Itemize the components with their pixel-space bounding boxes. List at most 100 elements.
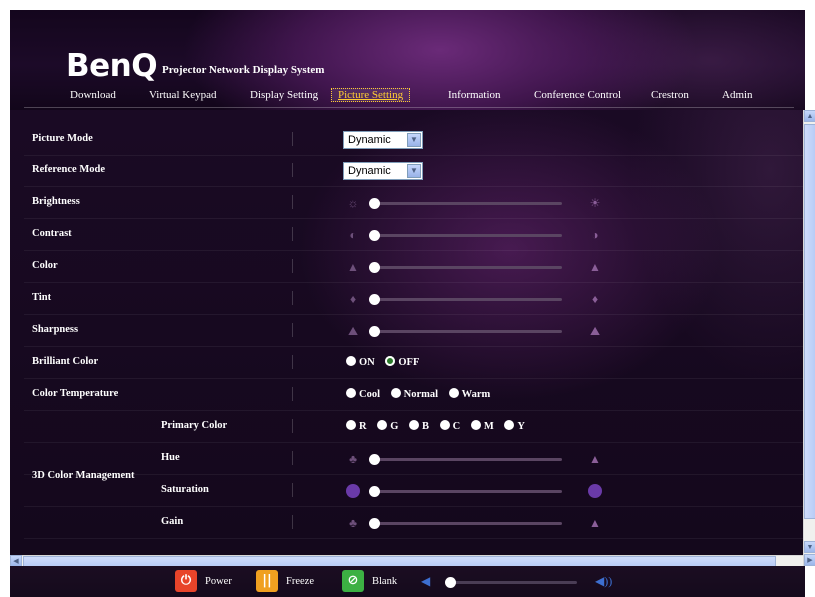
freeze-label: Freeze [286, 575, 314, 587]
gain-slider[interactable]: ♣ ▲ [346, 515, 602, 531]
radio-circle[interactable] [377, 420, 388, 430]
brilliant-color-off-radio[interactable]: OFF [385, 356, 419, 368]
slider-knob[interactable] [368, 230, 380, 241]
color-temp-cool-radio[interactable]: Cool [346, 388, 380, 400]
vertical-scrollbar[interactable]: ▲ ▼ ▶ [803, 110, 815, 566]
nav-divider [24, 107, 794, 108]
nav-conference-control[interactable]: Conference Control [534, 89, 621, 101]
row-color: Color ▲ ▲ [10, 251, 803, 283]
horizontal-scrollbar[interactable]: ◀ [10, 555, 803, 567]
power-icon: ⏻ [175, 570, 197, 592]
slider-knob[interactable] [368, 198, 380, 209]
contrast-slider[interactable]: ◐ ◑ [346, 227, 602, 243]
header: BenQ Projector Network Display System Do… [10, 10, 805, 110]
reference-mode-value: Dynamic [348, 165, 391, 177]
primary-y-radio[interactable]: Y [504, 420, 525, 432]
slider-knob[interactable] [368, 294, 380, 305]
column-divider [292, 132, 293, 146]
slider-track[interactable] [368, 486, 562, 497]
nav-crestron[interactable]: Crestron [651, 89, 689, 101]
slider-track[interactable] [368, 518, 562, 529]
primary-g-radio[interactable]: G [377, 420, 398, 432]
blank-button[interactable]: ⊘ Blank [342, 570, 397, 592]
volume-low-icon[interactable]: ◀ [421, 574, 430, 589]
column-divider [292, 291, 293, 305]
radio-circle[interactable] [409, 420, 420, 430]
nav-download[interactable]: Download [70, 89, 116, 101]
contrast-low-icon: ◐ [349, 228, 357, 242]
nav-display-setting[interactable]: Display Setting [250, 89, 318, 101]
chevron-down-icon[interactable]: ▼ [407, 133, 421, 147]
column-divider [292, 323, 293, 337]
row-color-temperature: Color Temperature Cool Normal Warm [10, 379, 803, 411]
slider-track[interactable] [368, 454, 562, 465]
benq-logo: BenQ [66, 48, 158, 84]
volume-slider[interactable] [444, 577, 577, 588]
pause-icon: || [256, 570, 278, 592]
drop-low-icon: ♦ [349, 292, 357, 306]
slider-knob[interactable] [368, 326, 380, 337]
radio-circle[interactable] [504, 420, 515, 430]
scroll-down-icon[interactable]: ▼ [804, 541, 815, 553]
radio-circle[interactable] [346, 420, 356, 430]
contrast-label: Contrast [32, 228, 72, 239]
color-temp-warm-radio[interactable]: Warm [448, 388, 490, 400]
primary-m-radio[interactable]: M [470, 420, 494, 432]
nav-picture-setting[interactable]: Picture Setting [331, 88, 411, 102]
control-bar: ⏻ Power || Freeze ⊘ Blank ◀ ◀)) [10, 566, 805, 597]
volume-high-icon[interactable]: ◀)) [595, 574, 612, 589]
slider-track[interactable] [368, 262, 562, 273]
gain-high-icon: ▲ [589, 516, 601, 530]
primary-b-radio[interactable]: B [409, 420, 429, 432]
radio-circle[interactable] [448, 388, 459, 398]
power-button[interactable]: ⏻ Power [175, 570, 232, 592]
row-primary-color: Primary Color R G B C M Y [10, 411, 803, 443]
slider-track[interactable] [368, 230, 562, 241]
slider-knob[interactable] [368, 262, 380, 273]
slider-track[interactable] [368, 326, 562, 337]
hue-slider[interactable]: ♣ ▲ [346, 451, 602, 467]
chevron-down-icon[interactable]: ▼ [407, 164, 421, 178]
row-hue: Hue ♣ ▲ [10, 443, 803, 475]
primary-r-radio[interactable]: R [346, 420, 367, 432]
picture-settings-panel: Picture Mode Dynamic ▼ Reference Mode Dy… [10, 110, 803, 555]
freeze-button[interactable]: || Freeze [256, 570, 314, 592]
saturation-label: Saturation [161, 484, 209, 495]
sharpness-slider[interactable]: ⛰ ⛰ [346, 323, 602, 339]
radio-circle[interactable] [470, 420, 481, 430]
color-slider[interactable]: ▲ ▲ [346, 259, 602, 275]
radio-circle[interactable] [346, 388, 356, 398]
column-divider [292, 419, 293, 433]
slider-knob[interactable] [368, 486, 380, 497]
picture-mode-select[interactable]: Dynamic ▼ [343, 131, 423, 149]
slider-knob[interactable] [368, 518, 380, 529]
slider-track[interactable] [368, 294, 562, 305]
radio-circle[interactable] [439, 420, 450, 430]
brightness-label: Brightness [32, 196, 80, 207]
primary-c-radio[interactable]: C [439, 420, 460, 432]
tint-slider[interactable]: ♦ ♦ [346, 291, 602, 307]
nav-admin[interactable]: Admin [722, 89, 753, 101]
nav-virtual-keypad[interactable]: Virtual Keypad [149, 89, 216, 101]
scroll-right-icon[interactable]: ▶ [804, 554, 815, 566]
saturation-slider[interactable] [346, 483, 602, 499]
scroll-up-icon[interactable]: ▲ [804, 110, 815, 122]
color-temp-normal-radio[interactable]: Normal [390, 388, 438, 400]
column-divider [292, 355, 293, 369]
contrast-high-icon: ◑ [591, 228, 599, 242]
row-saturation: Saturation [10, 475, 803, 507]
brilliant-color-on-radio[interactable]: ON [346, 356, 375, 368]
vertical-scroll-thumb[interactable] [804, 124, 815, 519]
reference-mode-select[interactable]: Dynamic ▼ [343, 162, 423, 180]
sun-low-icon: ☼ [347, 196, 359, 210]
volume-knob[interactable] [444, 577, 456, 588]
row-reference-mode: Reference Mode Dynamic ▼ [10, 155, 803, 187]
slider-track[interactable] [368, 198, 562, 209]
row-divider [24, 538, 803, 539]
brightness-slider[interactable]: ☼ ☀ [346, 195, 602, 211]
radio-circle[interactable] [346, 356, 356, 366]
slider-knob[interactable] [368, 454, 380, 465]
radio-circle-selected[interactable] [385, 356, 396, 366]
radio-circle[interactable] [390, 388, 401, 398]
nav-information[interactable]: Information [448, 89, 501, 101]
